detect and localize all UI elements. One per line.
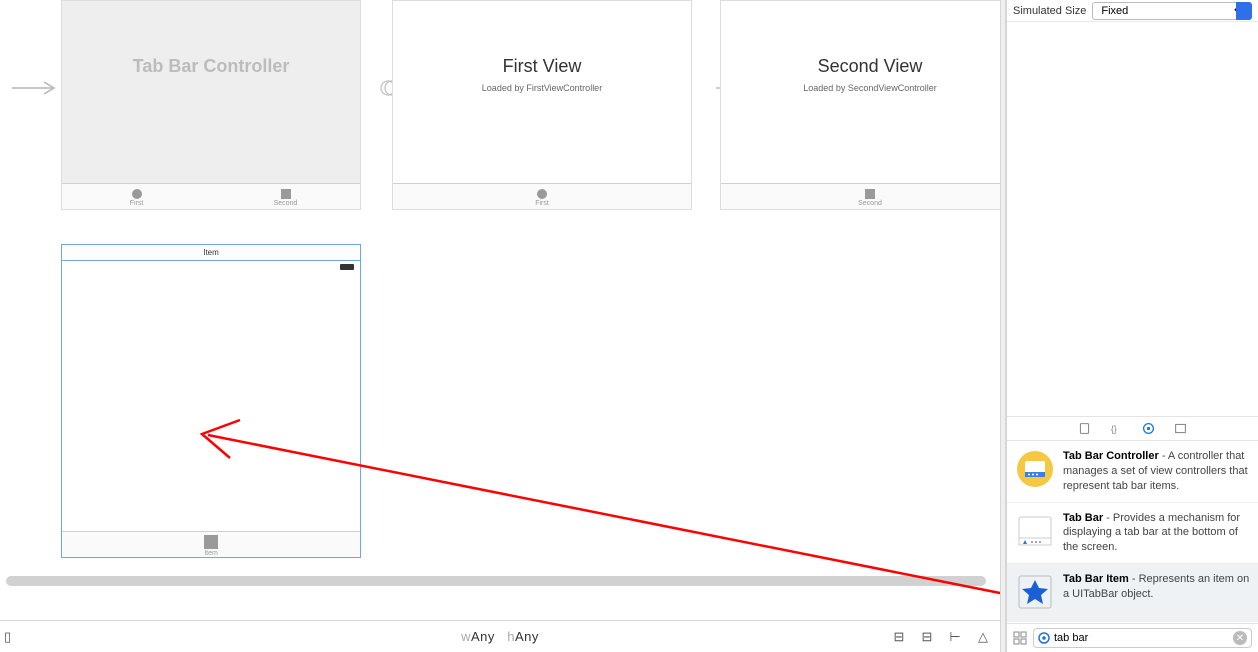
- library-search-bar: ✕: [1007, 624, 1258, 652]
- circle-icon: [132, 189, 142, 199]
- clear-search-icon[interactable]: ✕: [1233, 631, 1247, 645]
- scene-header[interactable]: Item: [62, 245, 360, 261]
- entry-arrow-icon: [10, 78, 60, 98]
- storyboard-canvas[interactable]: Tab Bar Controller First Second: [0, 0, 1000, 620]
- square-icon: [204, 535, 218, 549]
- scene-second-view[interactable]: Second View Loaded by SecondViewControll…: [720, 0, 1000, 210]
- tab-label: Second: [274, 200, 298, 207]
- object-library-tab-icon[interactable]: [1142, 422, 1156, 436]
- simulated-size-select[interactable]: Fixed: [1092, 2, 1248, 20]
- square-icon: [281, 189, 291, 199]
- scene-first-view[interactable]: First View Loaded by FirstViewController…: [392, 0, 692, 210]
- w-value: Any: [471, 629, 495, 644]
- library-item-tab-bar-controller[interactable]: Tab Bar Controller - A controller that m…: [1007, 441, 1258, 503]
- circle-icon: [537, 189, 547, 199]
- scene-body[interactable]: [62, 275, 360, 531]
- square-icon: [865, 189, 875, 199]
- h-value: Any: [515, 629, 539, 644]
- scene-subtitle: Loaded by FirstViewController: [393, 83, 691, 93]
- search-field-container[interactable]: ✕: [1033, 628, 1252, 648]
- scene-item[interactable]: Item Item: [61, 244, 361, 558]
- h-prefix: h: [507, 629, 515, 644]
- inspector-panel: Simulated Size Fixed {}: [1006, 0, 1258, 652]
- tab-bar: Second: [721, 183, 1000, 209]
- library-item-text: Tab Bar Controller - A controller that m…: [1063, 449, 1250, 494]
- pin-icon[interactable]: ⊢: [948, 630, 962, 644]
- library-tabs: {}: [1007, 417, 1258, 441]
- horizontal-scrollbar[interactable]: [6, 576, 986, 586]
- file-template-tab-icon[interactable]: [1078, 422, 1092, 436]
- simulated-size-label: Simulated Size: [1013, 5, 1086, 17]
- tab-item-first[interactable]: First: [62, 184, 211, 209]
- tab-label: Item: [204, 550, 218, 557]
- tab-item-second[interactable]: Second: [721, 184, 1000, 209]
- tab-label: First: [130, 200, 144, 207]
- library-item-text: Tab Bar - Provides a mechanism for displ…: [1063, 511, 1250, 556]
- tab-item[interactable]: Item: [62, 532, 360, 557]
- tab-bar-controller-icon: [1015, 449, 1055, 489]
- tab-bar: First: [393, 183, 691, 209]
- tab-bar: First Second: [62, 183, 360, 209]
- status-bar: [62, 261, 360, 275]
- library-item-tab-bar-item[interactable]: Tab Bar Item - Represents an item on a U…: [1007, 564, 1258, 622]
- svg-text:{}: {}: [1111, 424, 1117, 434]
- simulated-size-row: Simulated Size Fixed: [1007, 0, 1258, 22]
- canvas-bottom-bar: ▯ wAny hAny ⊟ ⊟ ⊢ △: [0, 620, 1000, 652]
- tab-label: First: [535, 200, 549, 207]
- panel-toggle-icon[interactable]: ▯: [4, 629, 11, 645]
- inspector-body: [1007, 22, 1258, 417]
- tab-label: Second: [858, 200, 882, 207]
- library-item-text: Tab Bar Item - Represents an item on a U…: [1063, 572, 1250, 613]
- code-snippet-tab-icon[interactable]: {}: [1110, 422, 1124, 436]
- scene-title: Tab Bar Controller: [62, 1, 360, 77]
- tab-item-second[interactable]: Second: [211, 184, 360, 209]
- segue-arrow-icon[interactable]: [367, 78, 391, 98]
- grid-view-icon[interactable]: [1013, 631, 1027, 645]
- search-input[interactable]: [1054, 632, 1229, 644]
- scene-tab-bar-controller[interactable]: Tab Bar Controller First Second: [61, 0, 361, 210]
- scene-subtitle: Loaded by SecondViewController: [721, 83, 1000, 93]
- align-edges-icon[interactable]: ⊟: [920, 630, 934, 644]
- segue-arrow-icon[interactable]: [700, 78, 720, 98]
- media-library-tab-icon[interactable]: [1174, 422, 1188, 436]
- align-stack-icon[interactable]: ⊟: [892, 630, 906, 644]
- search-scope-icon[interactable]: [1038, 632, 1050, 644]
- tab-bar-item-icon: [1015, 572, 1055, 612]
- tab-item-first[interactable]: First: [393, 184, 691, 209]
- scene-title: Second View: [721, 1, 1000, 77]
- tab-bar: Item: [62, 531, 360, 557]
- battery-icon: [340, 264, 354, 270]
- scene-title: First View: [393, 1, 691, 77]
- library-item-tab-bar[interactable]: Tab Bar - Provides a mechanism for displ…: [1007, 503, 1258, 565]
- tab-bar-icon: [1015, 511, 1055, 551]
- size-class-control[interactable]: wAny hAny: [461, 629, 539, 644]
- resolve-issues-icon[interactable]: △: [976, 630, 990, 644]
- object-library-list[interactable]: Tab Bar Controller - A controller that m…: [1007, 441, 1258, 624]
- w-prefix: w: [461, 629, 471, 644]
